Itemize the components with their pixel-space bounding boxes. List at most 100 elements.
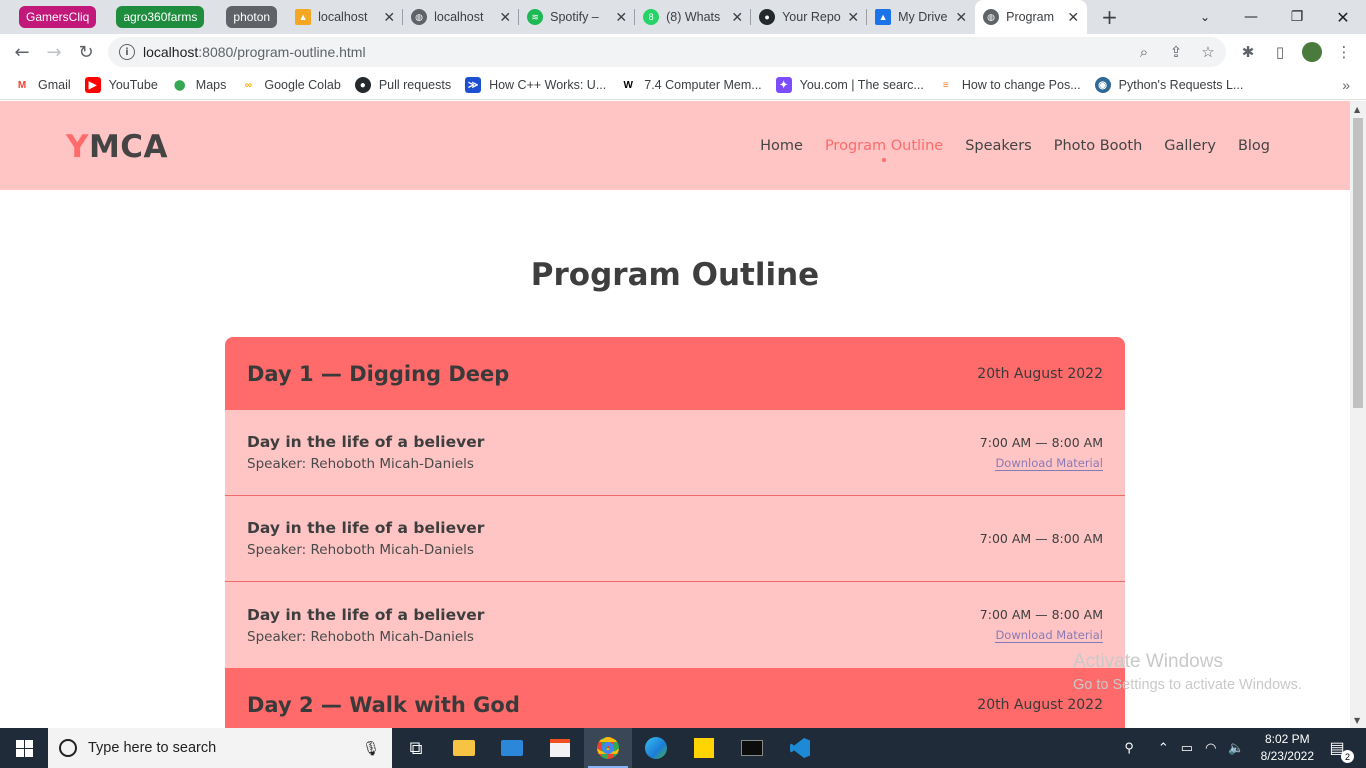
site-info-icon[interactable]: i	[119, 44, 135, 60]
bookmark-youcom[interactable]: ✦ You.com | The searc...	[775, 77, 924, 93]
site-logo[interactable]: YMCA	[66, 129, 168, 165]
bookmark-maps[interactable]: ⬤ Maps	[171, 77, 226, 93]
search-placeholder: Type here to search	[88, 740, 217, 756]
download-material-link[interactable]: Download Material	[995, 456, 1103, 471]
clock-time: 8:02 PM	[1264, 732, 1310, 746]
close-icon[interactable]: ✕	[383, 9, 395, 26]
scrollbar-thumb[interactable]	[1353, 118, 1363, 408]
bookmark-python-requests[interactable]: ◉ Python's Requests L...	[1094, 77, 1243, 93]
volume-icon[interactable]: 🔈	[1228, 740, 1244, 756]
nav-photo-booth[interactable]: Photo Booth	[1054, 138, 1143, 154]
bookmark-pull-requests[interactable]: ● Pull requests	[354, 77, 451, 93]
session-speaker: Speaker: Rehoboth Micah-Daniels	[247, 456, 474, 472]
bookmark-star-icon[interactable]: ☆	[1195, 39, 1221, 65]
bookmark-youtube[interactable]: ▶ YouTube	[84, 77, 158, 93]
close-icon[interactable]: ✕	[731, 9, 743, 26]
bookmarks-overflow-icon[interactable]: »	[1342, 77, 1350, 93]
nav-program-outline[interactable]: Program Outline	[825, 138, 943, 162]
globe-icon: ◍	[983, 9, 1000, 25]
tab-group-gamerscliq[interactable]: GamersCliq	[19, 6, 97, 28]
battery-icon[interactable]: ▭	[1181, 740, 1193, 756]
tab-spotify[interactable]: ≋ Spotify – ✕	[519, 0, 636, 34]
scroll-up-icon[interactable]: ▲	[1354, 105, 1360, 114]
address-bar[interactable]: i localhost:8080/program-outline.html	[108, 37, 1226, 67]
mail-icon[interactable]	[488, 728, 536, 768]
tab-localhost[interactable]: ◍ localhost ✕	[403, 0, 520, 34]
close-icon[interactable]: ✕	[847, 9, 859, 26]
bookmark-google-colab[interactable]: ∞ Google Colab	[240, 77, 341, 93]
nav-speakers[interactable]: Speakers	[965, 138, 1032, 154]
bookmark-computer-memory[interactable]: W 7.4 Computer Mem...	[620, 77, 762, 93]
tab-google-drive[interactable]: ▲ My Drive ✕	[867, 0, 975, 34]
reload-button[interactable]: ↻	[70, 37, 102, 69]
side-panel-icon[interactable]: ▯	[1267, 39, 1293, 65]
task-view-icon[interactable]: ⧉	[392, 728, 440, 768]
taskbar-search-box[interactable]: Type here to search 🎙	[48, 728, 392, 768]
close-icon[interactable]: ✕	[615, 9, 627, 26]
windows-taskbar: Type here to search 🎙 ⧉ ⚲ ⌃ ▭ ◠ 🔈 8:02 P…	[0, 728, 1366, 768]
page-scrollbar[interactable]: ▲ ▼	[1350, 101, 1366, 728]
back-button[interactable]: ←	[6, 37, 38, 69]
download-material-link[interactable]: Download Material	[995, 628, 1103, 643]
notifications-icon[interactable]: ▤ 2	[1324, 735, 1354, 763]
python-icon: ◉	[1094, 77, 1111, 93]
profile-avatar[interactable]	[1299, 39, 1325, 65]
close-icon[interactable]: ✕	[955, 9, 967, 26]
session-row: Day in the life of a believer Speaker: R…	[225, 410, 1125, 496]
tab-whatsapp[interactable]: 8 (8) Whats ✕	[635, 0, 752, 34]
tab-group-photon[interactable]: photon	[226, 6, 278, 28]
tab-search-chevron-icon[interactable]: ⌄	[1182, 0, 1228, 34]
menu-kebab-icon[interactable]: ⋮	[1331, 39, 1357, 65]
tab-github[interactable]: ● Your Repo ✕	[751, 0, 868, 34]
scroll-down-icon[interactable]: ▼	[1354, 716, 1360, 725]
bookmark-gmail[interactable]: M Gmail	[14, 77, 71, 93]
close-window-button[interactable]: ✕	[1320, 0, 1366, 34]
sticky-notes-icon[interactable]	[680, 728, 728, 768]
show-hidden-icons-chevron-icon[interactable]: ⌃	[1158, 740, 1169, 756]
extensions-icon[interactable]: ✱	[1235, 39, 1261, 65]
google-drive-icon: ▲	[875, 9, 892, 25]
close-icon[interactable]: ✕	[1067, 9, 1079, 26]
start-button[interactable]	[0, 728, 48, 768]
github-icon: ●	[354, 77, 371, 93]
tab-program-outline[interactable]: ◍ Program ✕	[975, 0, 1088, 34]
session-row: Day in the life of a believer Speaker: R…	[225, 496, 1125, 582]
tab-title: Program	[1006, 10, 1055, 24]
youcom-icon: ✦	[775, 77, 792, 93]
system-tray: ⚲ ⌃ ▭ ◠ 🔈 8:02 PM 8/23/2022 ▤ 2	[1118, 728, 1366, 768]
nav-gallery[interactable]: Gallery	[1164, 138, 1216, 154]
watermark-subtitle: Go to Settings to activate Windows.	[1073, 677, 1302, 693]
nav-blog[interactable]: Blog	[1238, 138, 1270, 154]
chrome-icon[interactable]	[584, 728, 632, 768]
restore-button[interactable]: ❐	[1274, 0, 1320, 34]
people-icon[interactable]: ⚲	[1124, 740, 1134, 756]
tab-localhost-phpmyadmin[interactable]: ▲ localhost ✕	[287, 0, 404, 34]
day-title: Day 2 — Walk with God	[247, 692, 520, 717]
day-date: 20th August 2022	[977, 365, 1103, 382]
activate-windows-watermark: Activate Windows Go to Settings to activ…	[1073, 651, 1302, 693]
close-icon[interactable]: ✕	[499, 9, 511, 26]
site-header: YMCA Home Program Outline Speakers Photo…	[0, 101, 1350, 190]
forward-button[interactable]: →	[38, 37, 70, 69]
nav-home[interactable]: Home	[760, 138, 803, 154]
wifi-icon[interactable]: ◠	[1205, 740, 1216, 756]
taskbar-clock[interactable]: 8:02 PM 8/23/2022	[1261, 731, 1314, 765]
phpmyadmin-icon: ▲	[295, 9, 312, 25]
tab-group-agro360farms[interactable]: agro360farms	[116, 6, 205, 28]
file-explorer-icon[interactable]	[440, 728, 488, 768]
page-title: Program Outline	[530, 257, 820, 293]
whatsapp-icon: 8	[643, 9, 660, 25]
edge-icon[interactable]	[632, 728, 680, 768]
bookmark-how-cpp-works[interactable]: ≫ How C++ Works: U...	[465, 77, 606, 93]
vscode-icon[interactable]	[776, 728, 824, 768]
store-icon[interactable]	[536, 728, 584, 768]
terminal-icon[interactable]	[728, 728, 776, 768]
bookmarks-bar: M Gmail ▶ YouTube ⬤ Maps ∞ Google Colab ● Pul…	[0, 71, 1366, 100]
bookmark-stackoverflow[interactable]: ≡ How to change Pos...	[937, 77, 1081, 93]
minimize-button[interactable]: —	[1228, 0, 1274, 34]
zoom-icon[interactable]: ⌕	[1131, 39, 1157, 65]
new-tab-button[interactable]: +	[1101, 5, 1118, 29]
maps-icon: ⬤	[171, 77, 188, 93]
microphone-icon[interactable]: 🎙	[362, 740, 380, 757]
share-icon[interactable]: ⇪	[1163, 39, 1189, 65]
